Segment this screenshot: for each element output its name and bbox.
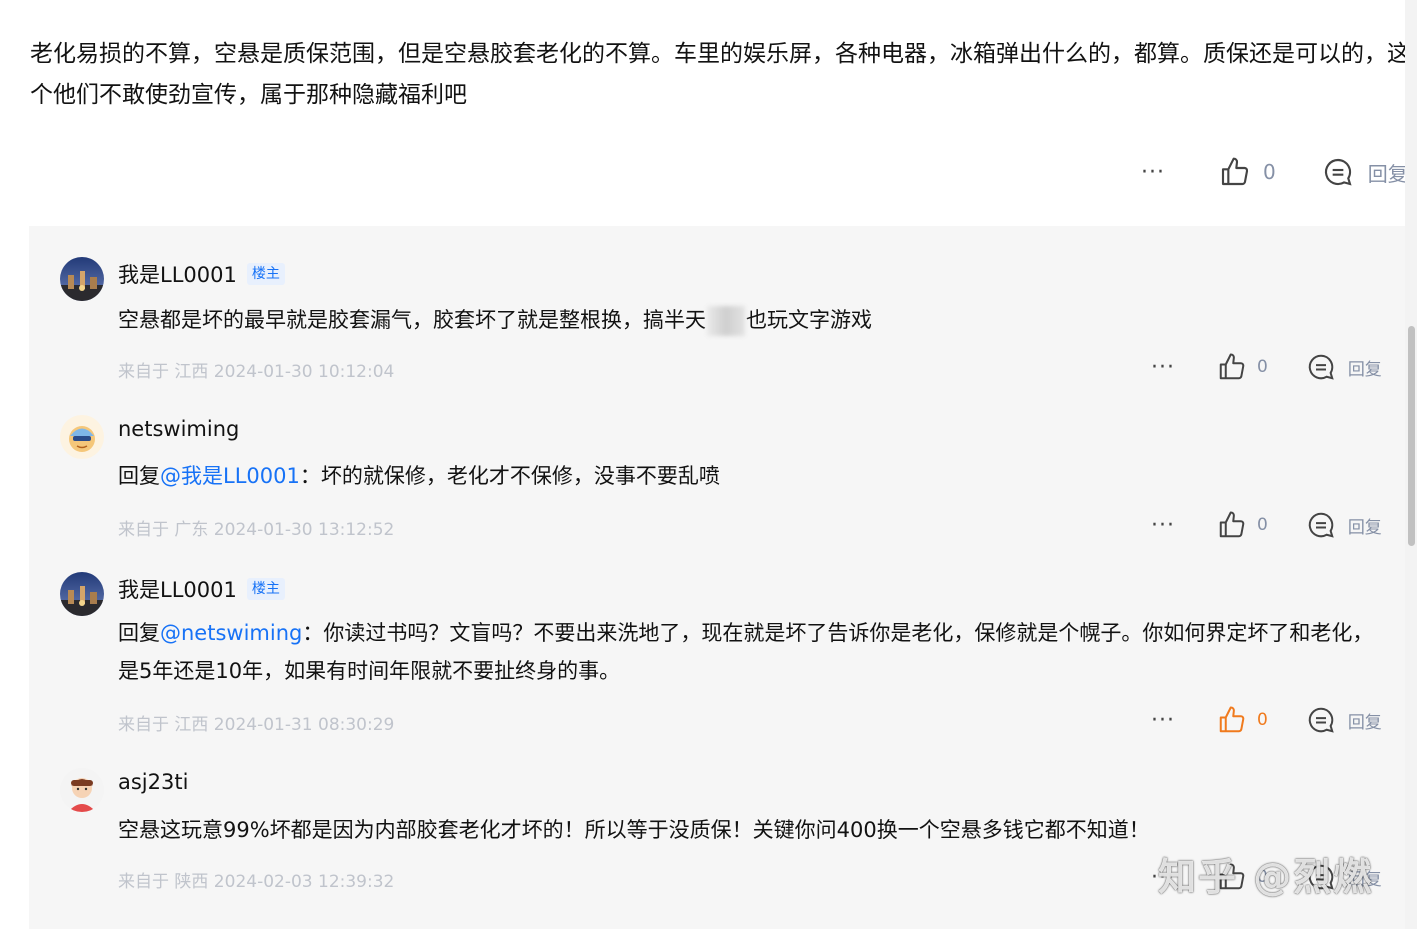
comment-thread-page: 老化易损的不算，空悬是质保范围，但是空悬胶套老化的不算。车里的娱乐屏，各种电器，… bbox=[0, 0, 1417, 929]
author-name: 我是LL0001 楼主 bbox=[118, 259, 285, 289]
more-button[interactable]: ··· bbox=[1141, 160, 1165, 185]
more-button[interactable]: ··· bbox=[1151, 708, 1175, 733]
avatar[interactable] bbox=[60, 572, 104, 616]
avatar-image bbox=[60, 572, 104, 616]
reply-meta: 来自于 江西 2024-01-31 08:30:29 bbox=[118, 715, 395, 735]
more-button[interactable]: ··· bbox=[1151, 355, 1175, 380]
reply-prefix: 回复 bbox=[118, 621, 160, 645]
like-button[interactable]: 0 bbox=[1217, 352, 1268, 382]
like-button[interactable]: 0 bbox=[1217, 705, 1268, 735]
author-name: 我是LL0001 楼主 bbox=[118, 574, 285, 604]
thumbs-up-icon bbox=[1219, 353, 1245, 380]
author-name-text[interactable]: 我是LL0001 bbox=[118, 574, 237, 604]
top-comment-text: 老化易损的不算，空悬是质保范围，但是空悬胶套老化的不算。车里的娱乐屏，各种电器，… bbox=[30, 41, 1410, 108]
author-name-text[interactable]: netswiming bbox=[118, 417, 239, 441]
avatar-image bbox=[60, 768, 104, 812]
reply-prefix: 回复 bbox=[118, 464, 160, 488]
reply-label: 回复 bbox=[1347, 712, 1382, 733]
zhihu-watermark: 知乎 @烈燃 bbox=[1158, 855, 1374, 899]
reply-text-part: 也玩文字游戏 bbox=[746, 308, 872, 332]
comment-reply-icon bbox=[1308, 354, 1334, 380]
avatar[interactable] bbox=[60, 415, 104, 459]
like-count: 0 bbox=[1256, 710, 1268, 730]
avatar-image bbox=[60, 257, 104, 301]
author-name: netswiming bbox=[118, 417, 239, 441]
reply-button[interactable]: 回复 bbox=[1322, 156, 1408, 188]
like-count: 0 bbox=[1256, 515, 1268, 535]
thumbs-up-icon bbox=[1219, 706, 1245, 733]
like-count: 0 bbox=[1256, 357, 1268, 377]
replies-panel: 我是LL0001 楼主 空悬都是坏的最早就是胶套漏气，胶套坏了就是整根换，搞半天… bbox=[29, 226, 1407, 929]
reply-button[interactable]: 回复 bbox=[1306, 705, 1382, 735]
comment-reply-icon bbox=[1308, 512, 1334, 538]
reply-text-part: 空悬都是坏的最早就是胶套漏气，胶套坏了就是整根换，搞半天 bbox=[118, 308, 706, 332]
scrollbar[interactable] bbox=[1405, 0, 1417, 929]
reply-text: 回复@我是LL0001：坏的就保修，老化才不保修，没事不要乱喷 bbox=[118, 457, 1388, 495]
comment-reply-icon bbox=[1308, 707, 1334, 733]
reply-label: 回复 bbox=[1347, 517, 1382, 538]
reply-actions: ··· 0 回复 bbox=[1151, 510, 1382, 540]
author-name-text[interactable]: asj23ti bbox=[118, 770, 188, 794]
author-name-text[interactable]: 我是LL0001 bbox=[118, 259, 237, 289]
avatar[interactable] bbox=[60, 768, 104, 812]
reply-actions: ··· 0 回复 bbox=[1151, 352, 1382, 382]
op-badge: 楼主 bbox=[246, 263, 285, 285]
redacted-blur bbox=[707, 306, 745, 336]
reply-meta: 来自于 江西 2024-01-30 10:12:04 bbox=[118, 362, 395, 382]
reply-text: 空悬都是坏的最早就是胶套漏气，胶套坏了就是整根换，搞半天 也玩文字游戏 bbox=[118, 301, 1388, 339]
reply-label: 回复 bbox=[1347, 359, 1382, 380]
comment-reply-icon bbox=[1324, 158, 1352, 186]
reply-text-part: ：坏的就保修，老化才不保修，没事不要乱喷 bbox=[299, 464, 720, 488]
scrollbar-thumb[interactable] bbox=[1408, 326, 1415, 546]
more-button[interactable]: ··· bbox=[1151, 513, 1175, 538]
mention-link[interactable]: @我是LL0001 bbox=[160, 464, 300, 488]
reply-text: 空悬这玩意99%坏都是因为内部胶套老化才坏的！所以等于没质保！关键你问400换一… bbox=[118, 818, 1150, 842]
reply-meta: 来自于 广东 2024-01-30 13:12:52 bbox=[118, 520, 395, 540]
like-count: 0 bbox=[1262, 160, 1276, 184]
reply-label: 回复 bbox=[1367, 161, 1408, 186]
reply-actions: ··· 0 回复 bbox=[1151, 705, 1382, 735]
like-button[interactable]: 0 bbox=[1217, 510, 1268, 540]
reply-meta: 来自于 陕西 2024-02-03 12:39:32 bbox=[118, 872, 395, 892]
avatar[interactable] bbox=[60, 257, 104, 301]
op-badge: 楼主 bbox=[246, 578, 285, 600]
reply-text-part: ：你读过书吗？文盲吗？不要出来洗地了，现在就是坏了告诉你是老化，保修就是个幌子。… bbox=[118, 621, 1374, 683]
like-button[interactable]: 0 bbox=[1219, 156, 1276, 188]
reply-button[interactable]: 回复 bbox=[1306, 510, 1382, 540]
reply-button[interactable]: 回复 bbox=[1306, 352, 1382, 382]
mention-link[interactable]: @netswiming bbox=[160, 621, 302, 645]
top-comment-actions: ··· 0 回复 bbox=[1141, 156, 1408, 188]
thumbs-up-icon bbox=[1221, 157, 1249, 186]
author-name: asj23ti bbox=[118, 770, 188, 794]
reply-text: 回复@netswiming：你读过书吗？文盲吗？不要出来洗地了，现在就是坏了告诉… bbox=[118, 614, 1388, 690]
avatar-image bbox=[60, 415, 104, 459]
thumbs-up-icon bbox=[1219, 511, 1245, 538]
